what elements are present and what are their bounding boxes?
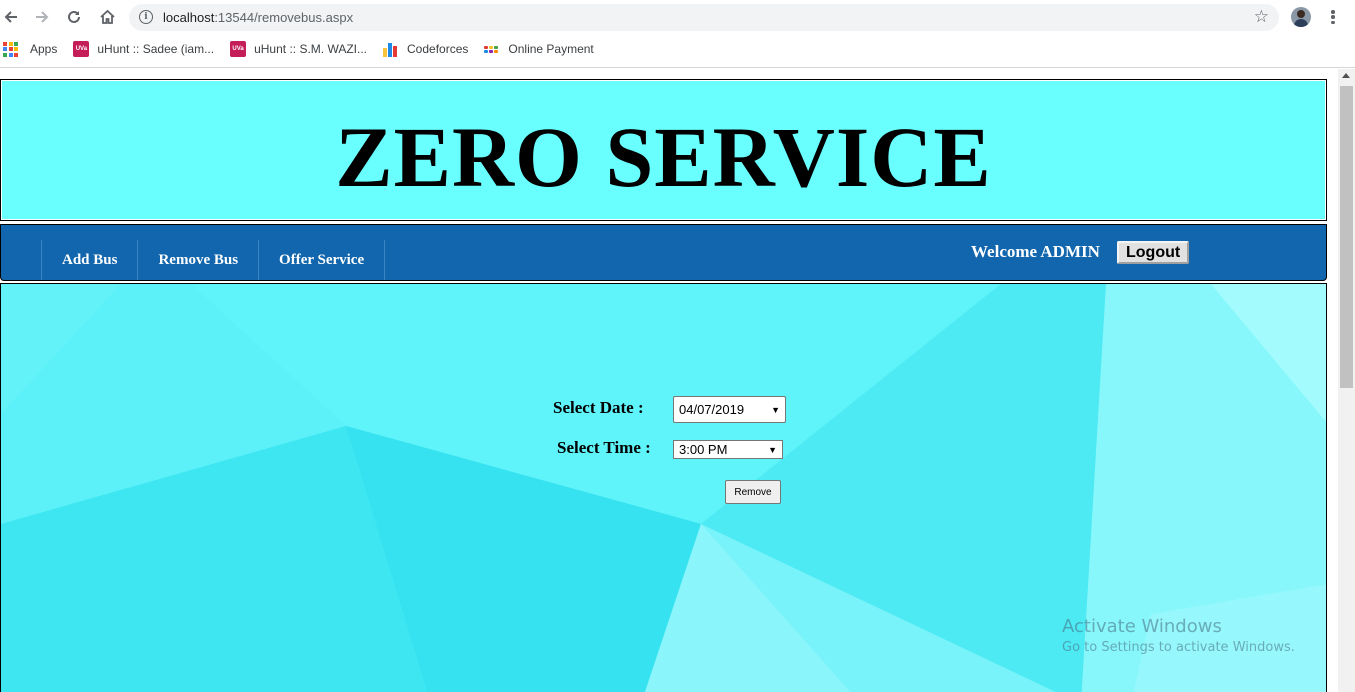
site-title: ZERO SERVICE <box>335 109 992 205</box>
url-host: localhost <box>163 10 215 25</box>
bookmark-uhunt-sadee[interactable]: UVa uHunt :: Sadee (iam... <box>73 41 214 57</box>
url-text[interactable]: localhost:13544/removebus.aspx <box>163 10 353 25</box>
scrollbar-thumb[interactable] <box>1340 86 1353 388</box>
bookmark-label: Online Payment <box>508 42 594 56</box>
back-arrow-icon[interactable] <box>0 6 22 28</box>
codeforces-favicon-icon <box>383 41 399 57</box>
reload-icon[interactable] <box>63 6 85 28</box>
dropdown-arrow-icon: ▼ <box>768 445 777 455</box>
time-select[interactable]: 3:00 PM ▼ <box>673 440 783 459</box>
url-path: :13544/removebus.aspx <box>214 10 354 25</box>
date-select[interactable]: 04/07/2019 ▼ <box>673 396 786 423</box>
logout-button[interactable]: Logout <box>1117 241 1190 264</box>
bookmark-online-payment[interactable]: Online Payment <box>484 41 594 57</box>
bookmark-label: uHunt :: S.M. WAZI... <box>254 42 368 56</box>
browser-chrome: i localhost:13544/removebus.aspx ☆ Apps … <box>0 0 1355 68</box>
date-value: 04/07/2019 <box>679 402 745 417</box>
uva-favicon-icon: UVa <box>73 41 90 57</box>
nav-menu: Add Bus Remove Bus Offer Service <box>41 240 386 280</box>
page-viewport: ZERO SERVICE Add Bus Remove Bus Offer Se… <box>0 69 1338 692</box>
nav-item-remove-bus[interactable]: Remove Bus <box>137 240 258 280</box>
site-info-icon[interactable]: i <box>139 10 153 24</box>
select-time-label: Select Time : <box>557 438 651 457</box>
forward-arrow-icon[interactable] <box>31 6 53 28</box>
welcome-text: Welcome ADMIN <box>971 242 1100 261</box>
bookmark-codeforces[interactable]: Codeforces <box>383 41 468 57</box>
bookmark-star-icon[interactable]: ☆ <box>1254 7 1269 27</box>
nav-item-add-bus[interactable]: Add Bus <box>41 240 137 280</box>
apps-grid-icon <box>3 41 18 57</box>
select-date-label: Select Date : <box>553 398 644 417</box>
uva-favicon-icon: UVa <box>230 41 247 57</box>
bookmarks-bar: Apps UVa uHunt :: Sadee (iam... UVa uHun… <box>0 38 610 60</box>
watermark-subtitle: Go to Settings to activate Windows. <box>1062 640 1295 655</box>
browser-menu-icon[interactable] <box>1326 8 1340 26</box>
profile-avatar[interactable] <box>1291 7 1311 27</box>
scroll-up-arrow-icon[interactable] <box>1342 73 1350 78</box>
bookmark-label: uHunt :: Sadee (iam... <box>97 42 215 56</box>
watermark-title: Activate Windows <box>1062 616 1222 637</box>
page-scrollbar[interactable] <box>1338 69 1355 692</box>
payment-favicon-icon <box>484 41 500 57</box>
nav-item-offer-service[interactable]: Offer Service <box>258 240 386 280</box>
bookmark-apps[interactable]: Apps <box>0 41 58 57</box>
bookmark-label: Apps <box>30 42 58 56</box>
remove-button[interactable]: Remove <box>725 480 781 504</box>
time-value: 3:00 PM <box>679 442 728 457</box>
dropdown-arrow-icon: ▼ <box>771 405 780 415</box>
windows-activation-watermark: Activate Windows Go to Settings to activ… <box>1062 616 1295 657</box>
address-bar[interactable]: i localhost:13544/removebus.aspx ☆ <box>129 4 1279 31</box>
bookmark-label: Codeforces <box>407 42 469 56</box>
site-header: ZERO SERVICE <box>0 79 1327 221</box>
bookmark-uhunt-wazi[interactable]: UVa uHunt :: S.M. WAZI... <box>230 41 367 57</box>
home-icon[interactable] <box>96 6 118 28</box>
main-navbar: Add Bus Remove Bus Offer Service Welcome… <box>0 224 1327 281</box>
